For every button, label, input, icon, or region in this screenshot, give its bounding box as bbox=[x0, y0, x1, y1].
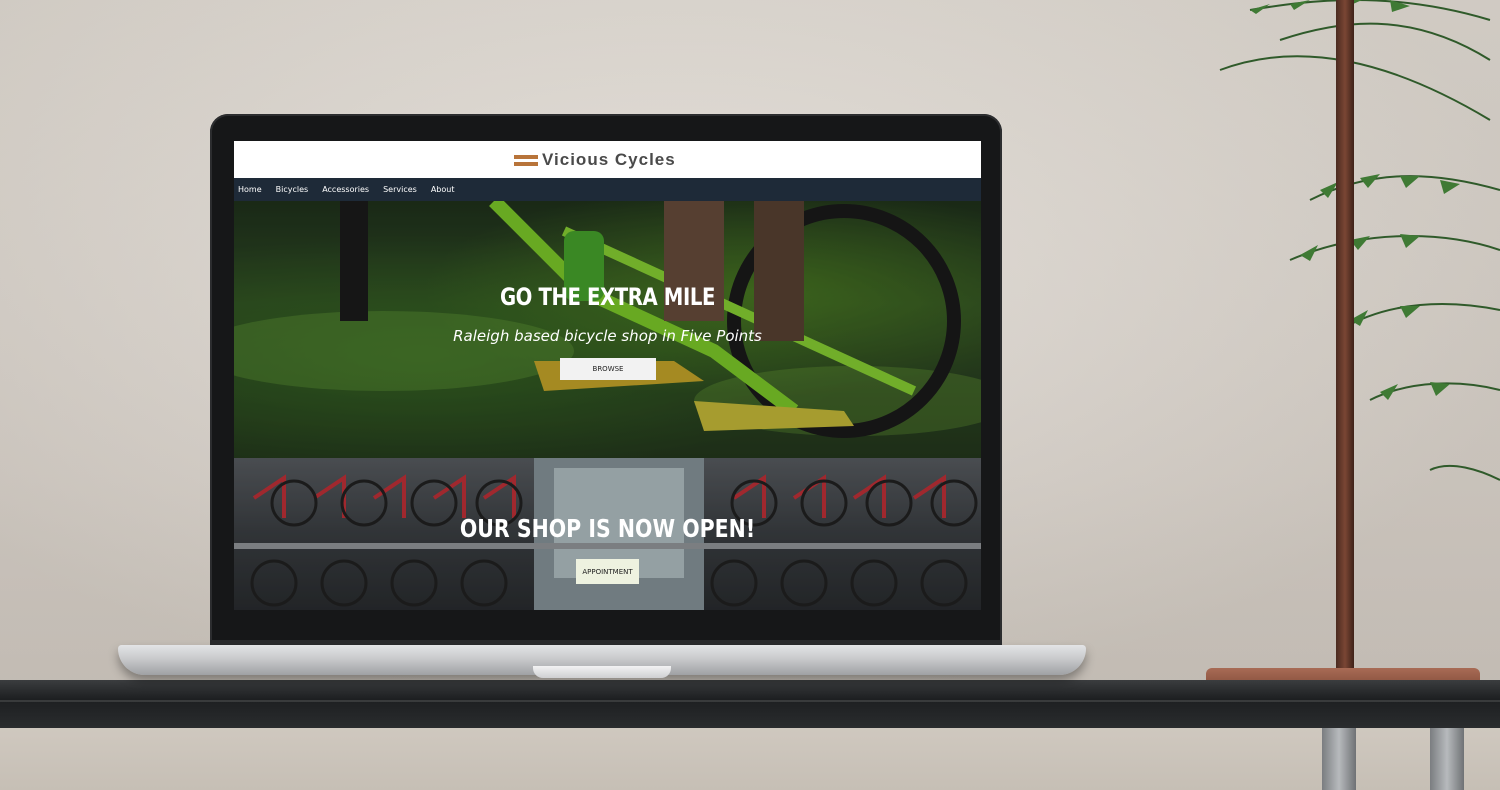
shop-section: OUR SHOP IS NOW OPEN! APPOINTMENT bbox=[234, 458, 981, 610]
hero-section: GO THE EXTRA MILE Raleigh based bicycle … bbox=[234, 201, 981, 458]
nav-item-about[interactable]: About bbox=[427, 185, 462, 194]
laptop-notch bbox=[533, 666, 671, 678]
double-bar-logo-icon bbox=[514, 154, 538, 166]
table-leg bbox=[1322, 728, 1356, 790]
site-header: Vicious Cycles bbox=[234, 141, 981, 178]
table-underside bbox=[0, 728, 1500, 790]
nav-item-home[interactable]: Home bbox=[234, 185, 269, 194]
table-leg bbox=[1430, 728, 1464, 790]
site-nav: Home Bicycles Accessories Services About bbox=[234, 178, 981, 201]
logo-text: Vicious Cycles bbox=[542, 150, 676, 169]
shop-open-title: OUR SHOP IS NOW OPEN! bbox=[459, 514, 756, 543]
laptop-screen: Vicious Cycles Home Bicycles Accessories… bbox=[234, 141, 981, 610]
nav-item-services[interactable]: Services bbox=[379, 185, 424, 194]
appointment-button[interactable]: APPOINTMENT bbox=[576, 559, 639, 584]
nav-item-accessories[interactable]: Accessories bbox=[318, 185, 376, 194]
site-logo[interactable]: Vicious Cycles bbox=[514, 149, 676, 171]
nav-item-bicycles[interactable]: Bicycles bbox=[272, 185, 316, 194]
browse-button[interactable]: BROWSE bbox=[560, 358, 656, 380]
hero-title: GO THE EXTRA MILE bbox=[499, 283, 716, 311]
lamp-pole bbox=[1336, 0, 1354, 672]
table-top bbox=[0, 680, 1500, 728]
hero-subtitle: Raleigh based bicycle shop in Five Point… bbox=[453, 327, 762, 345]
